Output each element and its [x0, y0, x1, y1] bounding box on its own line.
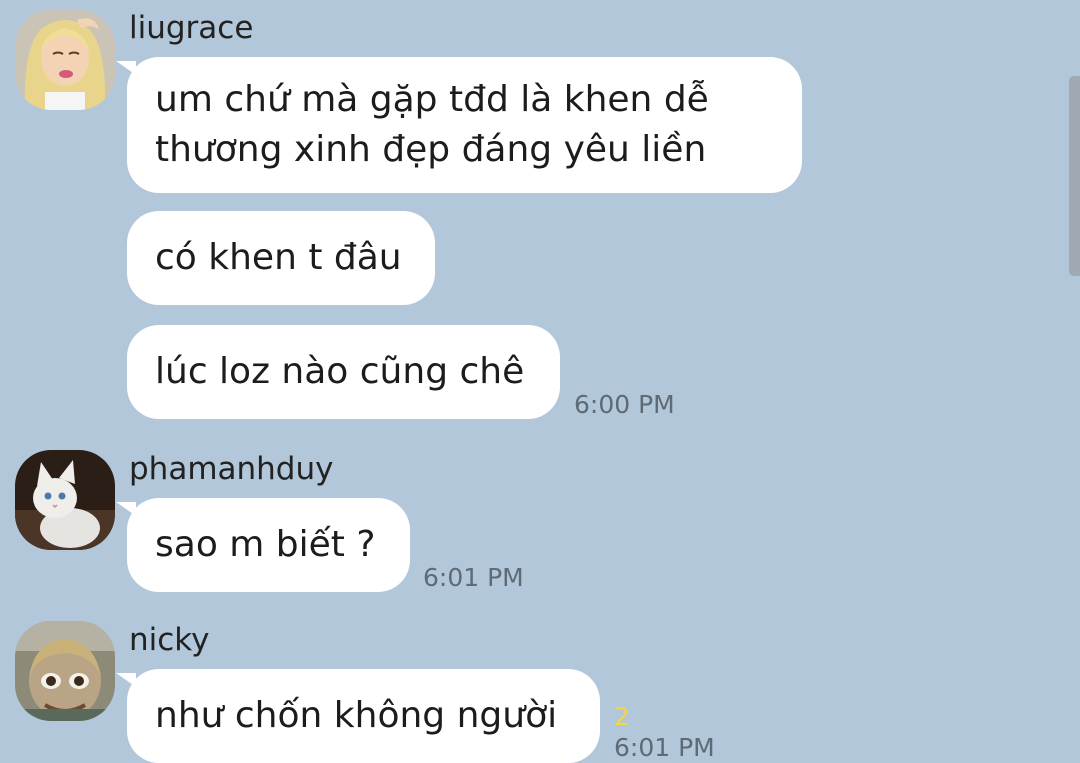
sender-name: phamanhduy [129, 451, 334, 487]
distorted-face-avatar-icon[interactable] [15, 621, 115, 721]
message-timestamp: 6:01 PM [614, 733, 715, 762]
message-bubble[interactable]: có khen t đâu [127, 211, 435, 305]
message-text-line: như chốn không người [155, 695, 558, 736]
white-kitten-avatar-icon[interactable] [15, 450, 115, 550]
blonde-doll-avatar-icon[interactable] [15, 10, 115, 110]
scrollbar[interactable] [1069, 76, 1080, 276]
message-text-line: có khen t đâu [155, 237, 402, 278]
message-timestamp: 6:01 PM [423, 563, 524, 592]
sender-name: nicky [129, 622, 210, 658]
message-text-line: thương xinh đẹp đáng yêu liền [155, 129, 707, 170]
chat-message-list[interactable]: liugrace um chứ mà gặp tđd là khen dễ th… [0, 0, 1080, 763]
message-bubble[interactable]: lúc loz nào cũng chê [127, 325, 560, 419]
message-text-line: sao m biết ? [155, 524, 376, 565]
message-text-line: um chứ mà gặp tđd là khen dễ [155, 79, 709, 120]
message-bubble[interactable]: um chứ mà gặp tđd là khen dễ thương xinh… [116, 57, 802, 193]
message-timestamp: 6:00 PM [574, 390, 675, 419]
message-text-line: lúc loz nào cũng chê [155, 351, 525, 392]
message-bubble[interactable]: như chốn không người [116, 669, 600, 763]
message-bubble[interactable]: sao m biết ? [116, 498, 410, 592]
sender-name: liugrace [129, 10, 254, 46]
unread-count-badge: 2 [614, 702, 630, 731]
